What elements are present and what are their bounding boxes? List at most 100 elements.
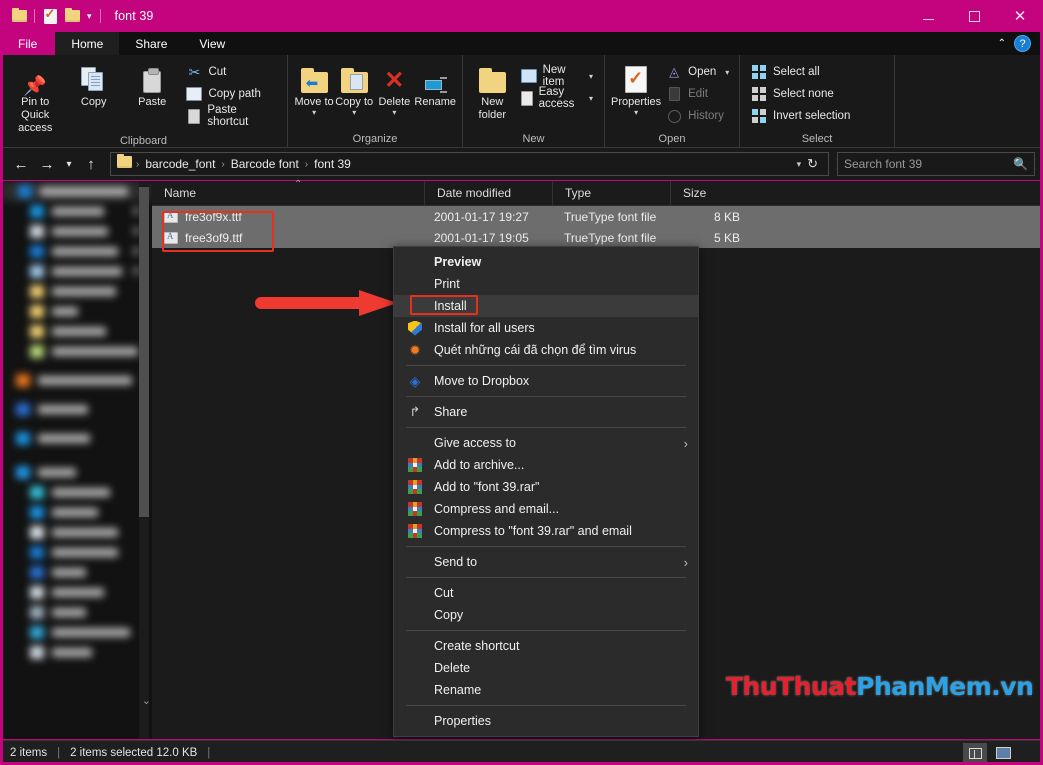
sidebar-scrollbar[interactable] [139,181,149,739]
open-button[interactable]: ◬ Open ▾ [661,61,734,83]
copy-to-button[interactable]: Copy to ▾ [334,59,374,117]
nav-item[interactable] [0,281,152,301]
nav-item[interactable] [0,462,152,482]
delete-button[interactable]: ✕ Delete ▾ [374,59,414,117]
menu-item-delete[interactable]: Delete [394,657,698,679]
select-none-button[interactable]: Select none [746,83,855,105]
nav-item[interactable] [0,221,152,241]
table-row[interactable]: fre3of9x.ttf 2001-01-17 19:27 TrueType f… [152,206,1043,227]
scrollbar-thumb[interactable] [139,187,149,517]
search-icon[interactable]: 🔍 [1013,157,1028,171]
nav-item[interactable] [0,241,152,261]
breadcrumb-item-2[interactable]: font 39 [310,157,355,171]
chevron-down-icon[interactable]: ▾ [589,72,593,81]
column-header-type[interactable]: Type [552,181,670,206]
menu-item-create-shortcut[interactable]: Create shortcut [394,635,698,657]
navigation-pane[interactable]: ⌄ [0,181,152,739]
nav-item[interactable] [0,642,152,662]
nav-item[interactable] [0,502,152,522]
chevron-down-icon[interactable]: ⌄ [142,694,151,707]
paste-shortcut-button[interactable]: Paste shortcut [181,105,281,127]
recent-locations-icon[interactable]: ▾ [60,151,78,177]
move-to-button[interactable]: ⬅ Move to ▾ [294,59,334,117]
nav-item[interactable] [0,562,152,582]
context-menu[interactable]: Preview Print Install Install for all us… [393,246,699,737]
menu-item-add-to-rar[interactable]: Add to "font 39.rar" [394,476,698,498]
menu-item-scan-for-virus[interactable]: ✹ Quét những cái đã chọn để tìm virus [394,339,698,361]
chevron-down-icon[interactable]: ▾ [634,109,638,117]
cut-button[interactable]: ✂ Cut [181,61,281,83]
nav-item[interactable] [0,301,152,321]
chevron-down-icon[interactable]: ▾ [83,11,96,22]
refresh-icon[interactable]: ↻ [807,156,818,172]
chevron-down-icon[interactable]: ▾ [793,159,806,170]
nav-item[interactable] [0,399,152,419]
menu-item-properties[interactable]: Properties [394,710,698,732]
chevron-down-icon[interactable]: ▾ [725,68,729,77]
breadcrumb-item-0[interactable]: barcode_font [141,157,219,171]
menu-item-move-to-dropbox[interactable]: ◈ Move to Dropbox [394,370,698,392]
file-name-cell[interactable]: fre3of9x.ttf [152,210,424,224]
menu-item-print[interactable]: Print [394,273,698,295]
search-input[interactable]: Search font 39 🔍 [837,152,1035,176]
properties-icon[interactable] [39,5,61,27]
copy-button[interactable]: Copy [64,59,122,109]
easy-access-button[interactable]: Easy access ▾ [516,87,598,109]
menu-item-install[interactable]: Install [394,295,698,317]
menu-item-add-to-archive[interactable]: Add to archive... [394,454,698,476]
menu-item-rename[interactable]: Rename [394,679,698,701]
chevron-down-icon[interactable]: ▾ [352,109,356,117]
chevron-up-icon[interactable]: ⌃ [998,38,1006,49]
menu-item-send-to[interactable]: Send to › [394,551,698,573]
folder-icon[interactable] [8,5,30,27]
large-icons-view-icon[interactable] [991,743,1015,764]
tab-share[interactable]: Share [119,32,183,55]
new-folder-button[interactable]: New folder [469,59,516,122]
nav-item[interactable] [0,542,152,562]
paste-button[interactable]: Paste [123,59,181,109]
nav-item[interactable] [0,482,152,502]
back-arrow-icon[interactable]: ← [8,151,34,177]
nav-item[interactable] [0,622,152,642]
new-folder-icon[interactable] [61,5,83,27]
up-arrow-icon[interactable]: ↑ [78,151,104,177]
nav-item[interactable] [0,181,152,201]
help-icon[interactable]: ? [1014,35,1031,52]
invert-selection-button[interactable]: Invert selection [746,105,855,127]
nav-item[interactable] [0,522,152,542]
menu-item-give-access-to[interactable]: Give access to › [394,432,698,454]
menu-item-copy[interactable]: Copy [394,604,698,626]
nav-item[interactable] [0,321,152,341]
select-all-button[interactable]: Select all [746,61,855,83]
close-icon[interactable]: ✕ [997,0,1043,32]
menu-item-share[interactable]: ↱ Share [394,401,698,423]
column-header-date-modified[interactable]: Date modified [424,181,552,206]
nav-item[interactable] [0,370,152,390]
chevron-down-icon[interactable]: ▾ [312,109,316,117]
column-header-size[interactable]: Size [670,181,748,206]
nav-item[interactable] [0,201,152,221]
rename-button[interactable]: Rename [414,59,456,109]
chevron-down-icon[interactable]: ▾ [392,109,396,117]
forward-arrow-icon[interactable]: → [34,151,60,177]
chevron-down-icon[interactable]: ▾ [589,94,593,103]
menu-item-install-for-all-users[interactable]: Install for all users [394,317,698,339]
menu-item-compress-to-rar-and-email[interactable]: Compress to "font 39.rar" and email [394,520,698,542]
nav-item[interactable] [0,582,152,602]
nav-item[interactable] [0,341,152,361]
file-name-cell[interactable]: free3of9.ttf [152,231,424,245]
nav-item[interactable] [0,602,152,622]
minimize-icon[interactable] [905,0,951,32]
tab-file[interactable]: File [0,32,55,55]
pin-to-quick-access-button[interactable]: 📌 Pin to Quick access [6,59,64,135]
nav-item[interactable] [0,428,152,448]
breadcrumb-item-1[interactable]: Barcode font [227,157,303,171]
properties-button[interactable]: Properties ▾ [611,59,661,117]
menu-item-compress-and-email[interactable]: Compress and email... [394,498,698,520]
maximize-icon[interactable] [951,0,997,32]
column-header-name[interactable]: Name ⌃ [152,181,424,206]
menu-item-preview[interactable]: Preview [394,251,698,273]
copy-path-button[interactable]: Copy path [181,83,281,105]
breadcrumb[interactable]: › barcode_font › Barcode font › font 39 … [110,152,829,176]
tab-view[interactable]: View [183,32,241,55]
